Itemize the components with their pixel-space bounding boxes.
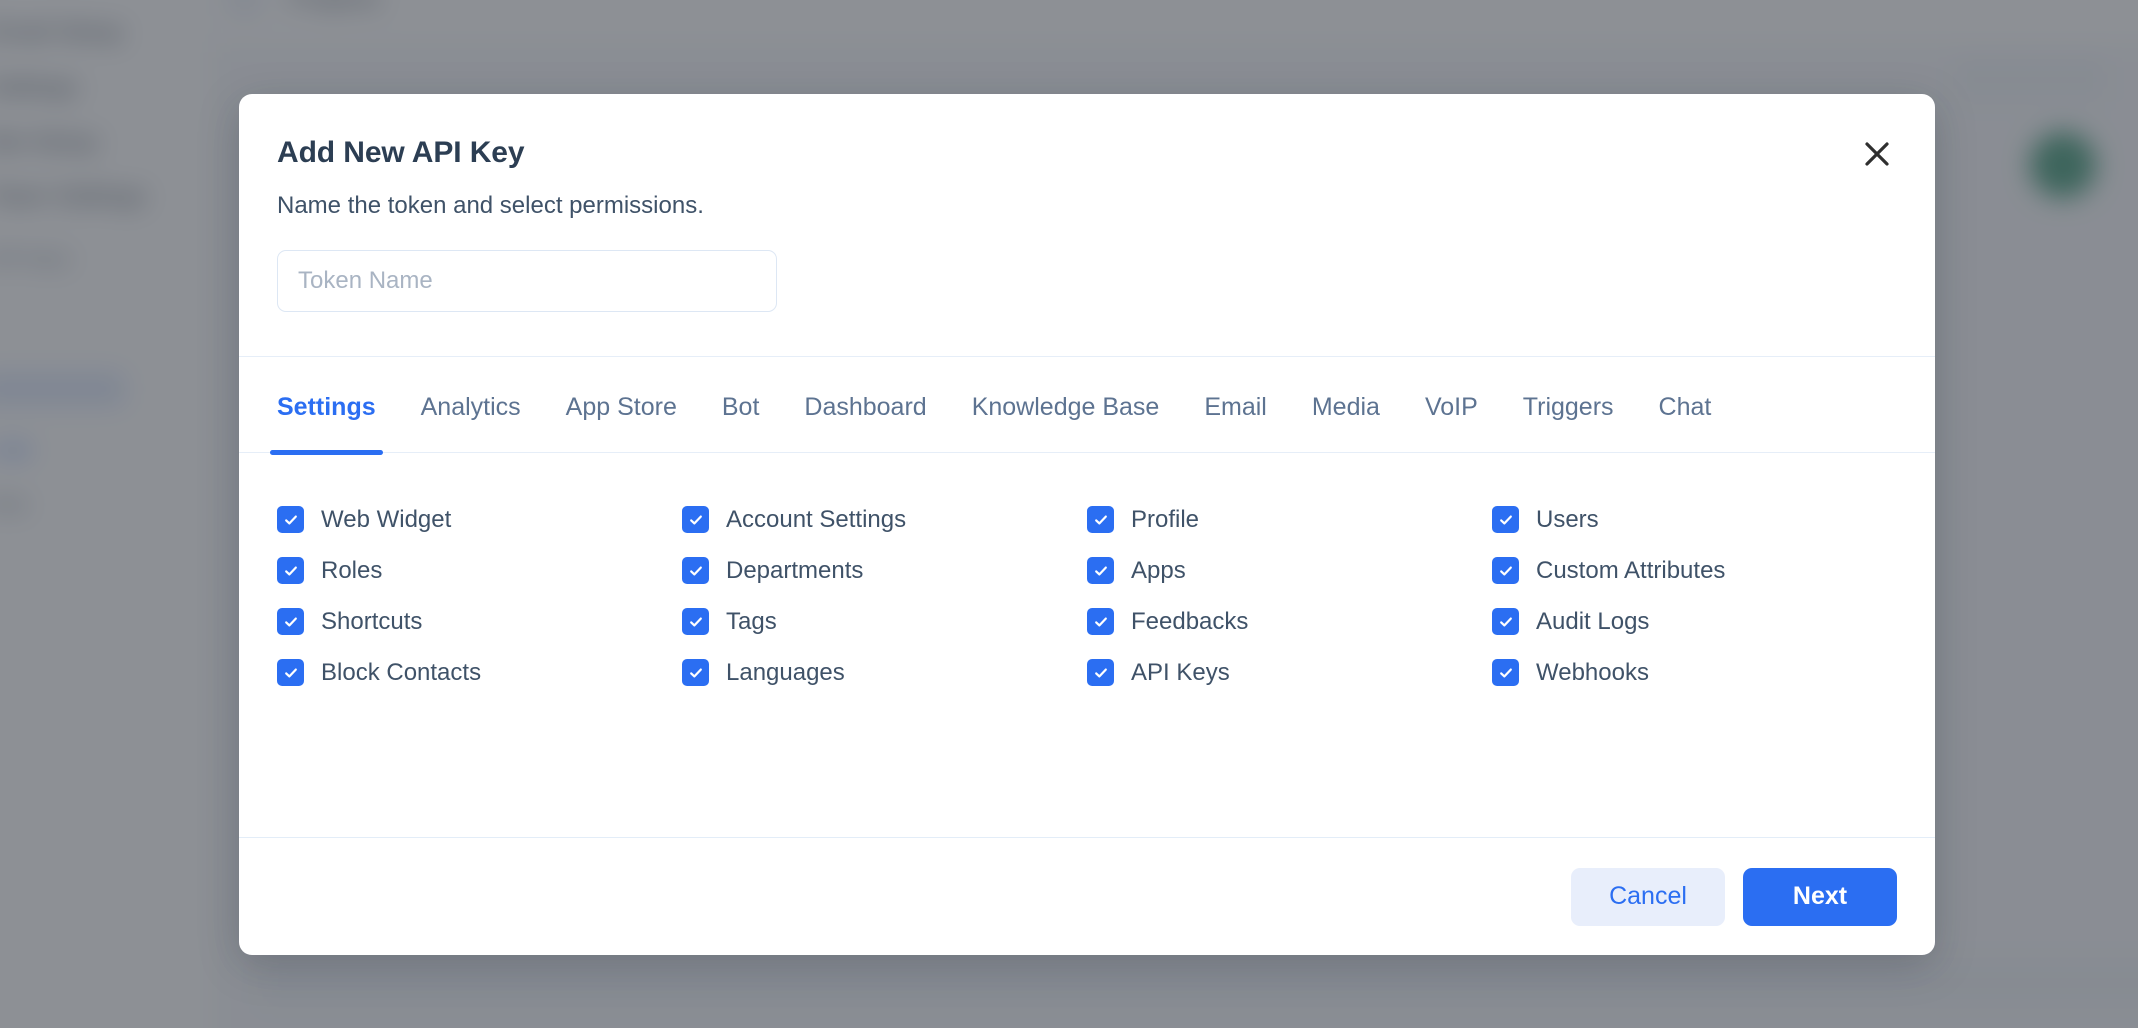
checkbox-tags[interactable] xyxy=(682,608,709,635)
check-icon xyxy=(1094,616,1107,626)
permission-tags[interactable]: Tags xyxy=(682,596,1087,647)
dialog-subtitle: Name the token and select permissions. xyxy=(277,192,704,219)
check-icon xyxy=(1499,565,1512,575)
close-icon-glyph xyxy=(1865,142,1889,166)
permission-users[interactable]: Users xyxy=(1492,494,1897,545)
checkbox-custom-attributes[interactable] xyxy=(1492,557,1519,584)
permission-account-settings[interactable]: Account Settings xyxy=(682,494,1087,545)
check-icon xyxy=(689,565,702,575)
check-icon xyxy=(1094,565,1107,575)
permission-label: Feedbacks xyxy=(1131,607,1249,635)
checkbox-web-widget[interactable] xyxy=(277,506,304,533)
checkbox-webhooks[interactable] xyxy=(1492,659,1519,686)
permission-custom-attributes[interactable]: Custom Attributes xyxy=(1492,545,1897,596)
checkbox-block-contacts[interactable] xyxy=(277,659,304,686)
permission-audit-logs[interactable]: Audit Logs xyxy=(1492,596,1897,647)
checkbox-users[interactable] xyxy=(1492,506,1519,533)
permission-label: Account Settings xyxy=(726,505,907,533)
permission-label: Users xyxy=(1536,505,1599,533)
check-icon xyxy=(284,565,297,575)
header-spacer xyxy=(277,312,1897,356)
permissions-grid: Web Widget Account Settings Profile Users Ro… xyxy=(239,453,1935,837)
token-name-input[interactable] xyxy=(277,250,777,312)
permission-block-contacts[interactable]: Block Contacts xyxy=(277,647,682,698)
permission-roles[interactable]: Roles xyxy=(277,545,682,596)
permission-tabs: Settings Analytics App Store Bot Dashboard Kn… xyxy=(239,356,1935,455)
permission-label: Custom Attributes xyxy=(1536,556,1726,584)
checkbox-feedbacks[interactable] xyxy=(1087,608,1114,635)
checkbox-account-settings[interactable] xyxy=(682,506,709,533)
check-icon xyxy=(284,514,297,524)
permission-label: Apps xyxy=(1131,556,1186,584)
tab-triggers[interactable]: Triggers xyxy=(1523,393,1614,452)
permission-label: Roles xyxy=(321,556,383,584)
check-icon xyxy=(1499,514,1512,524)
dialog-title: Add New API Key xyxy=(277,136,525,169)
tab-knowledge-base[interactable]: Knowledge Base xyxy=(972,393,1160,452)
checkbox-departments[interactable] xyxy=(682,557,709,584)
check-icon xyxy=(1499,616,1512,626)
permission-label: Webhooks xyxy=(1536,658,1649,686)
permission-apps[interactable]: Apps xyxy=(1087,545,1492,596)
permission-departments[interactable]: Departments xyxy=(682,545,1087,596)
tab-dashboard[interactable]: Dashboard xyxy=(804,393,926,452)
dialog-header: Add New API Key Name the token and selec… xyxy=(239,94,1935,356)
check-icon xyxy=(689,667,702,677)
cancel-button[interactable]: Cancel xyxy=(1571,867,1725,926)
checkbox-profile[interactable] xyxy=(1087,506,1114,533)
tab-chat[interactable]: Chat xyxy=(1659,393,1712,452)
permission-label: Audit Logs xyxy=(1536,607,1650,635)
permission-api-keys[interactable]: API Keys xyxy=(1087,647,1492,698)
permission-languages[interactable]: Languages xyxy=(682,647,1087,698)
tab-voip[interactable]: VoIP xyxy=(1425,393,1478,452)
next-button[interactable]: Next xyxy=(1743,867,1897,926)
check-icon xyxy=(1094,514,1107,524)
tab-app-store[interactable]: App Store xyxy=(566,393,677,452)
permission-label: Profile xyxy=(1131,505,1200,533)
tab-settings[interactable]: Settings xyxy=(270,393,383,455)
check-icon xyxy=(689,616,702,626)
permission-label: Departments xyxy=(726,556,864,584)
permission-label: Web Widget xyxy=(321,505,452,533)
checkbox-audit-logs[interactable] xyxy=(1492,608,1519,635)
checkbox-shortcuts[interactable] xyxy=(277,608,304,635)
permission-profile[interactable]: Profile xyxy=(1087,494,1492,545)
checkbox-languages[interactable] xyxy=(682,659,709,686)
check-icon xyxy=(1499,667,1512,677)
permission-label: Tags xyxy=(726,607,777,635)
check-icon xyxy=(1094,667,1107,677)
tab-media[interactable]: Media xyxy=(1312,393,1380,452)
permission-web-widget[interactable]: Web Widget xyxy=(277,494,682,545)
check-icon xyxy=(284,667,297,677)
permission-label: Shortcuts xyxy=(321,607,423,635)
check-icon xyxy=(284,616,297,626)
permission-label: Block Contacts xyxy=(321,658,482,686)
add-api-key-dialog: Add New API Key Name the token and selec… xyxy=(239,94,1935,955)
permission-webhooks[interactable]: Webhooks xyxy=(1492,647,1897,698)
checkbox-api-keys[interactable] xyxy=(1087,659,1114,686)
permission-shortcuts[interactable]: Shortcuts xyxy=(277,596,682,647)
dialog-footer: Cancel Next xyxy=(239,837,1935,955)
tab-email[interactable]: Email xyxy=(1204,393,1267,452)
permission-label: Languages xyxy=(726,658,845,686)
permission-label: API Keys xyxy=(1131,658,1230,686)
permission-feedbacks[interactable]: Feedbacks xyxy=(1087,596,1492,647)
checkbox-roles[interactable] xyxy=(277,557,304,584)
tab-bot[interactable]: Bot xyxy=(722,393,760,452)
check-icon xyxy=(689,514,702,524)
tab-analytics[interactable]: Analytics xyxy=(421,393,521,452)
close-icon[interactable] xyxy=(1852,129,1902,179)
checkbox-apps[interactable] xyxy=(1087,557,1114,584)
